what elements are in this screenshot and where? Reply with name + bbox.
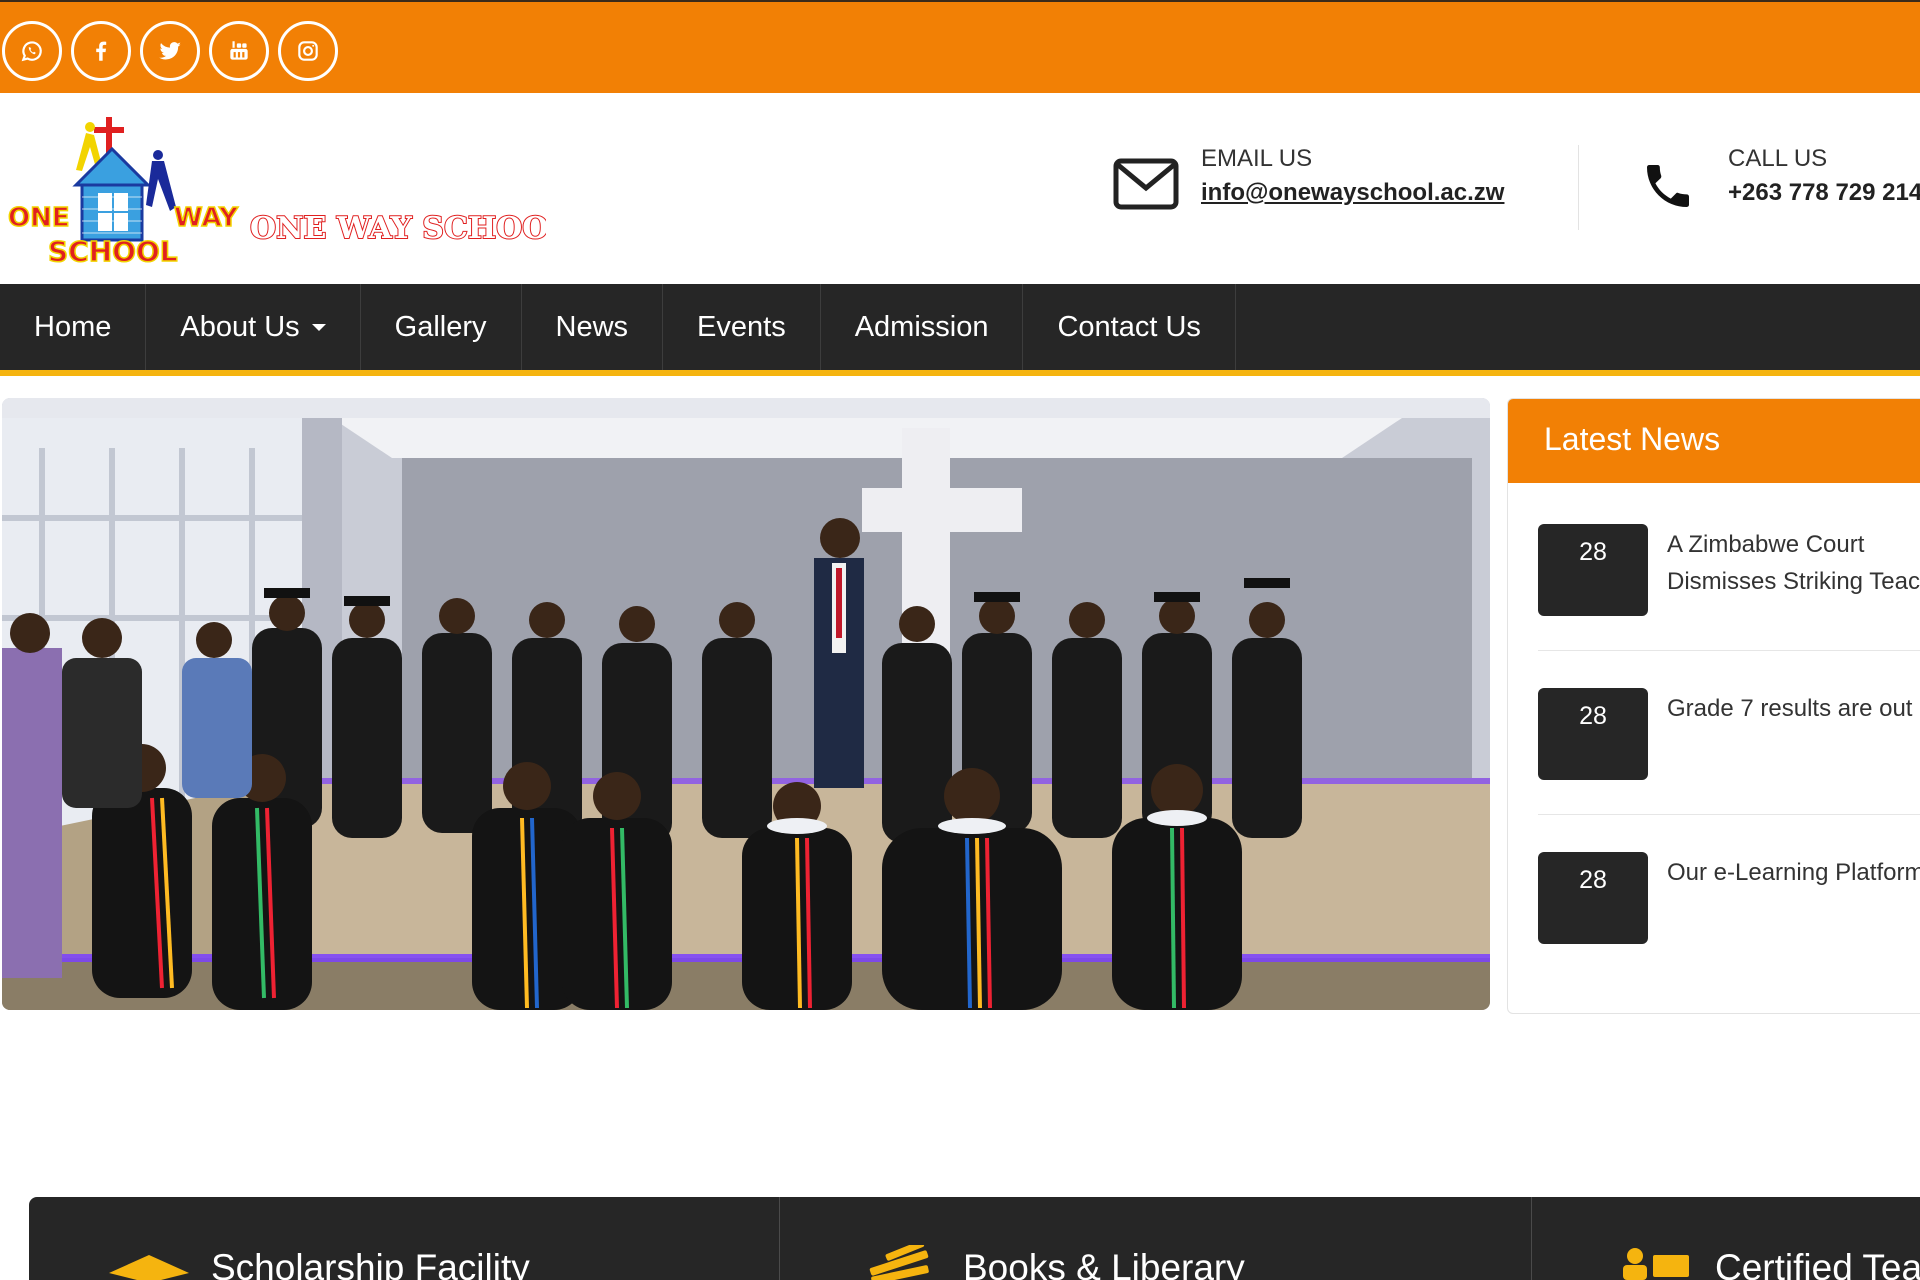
site-header: ONE WAY SCHOOL ONE WAY SCHOOL EMAIL US i… (0, 93, 1920, 284)
news-date-badge: 28 (1538, 852, 1648, 944)
nav-news-label: News (555, 310, 629, 343)
graduation-cap-icon (109, 1253, 189, 1280)
caret-down-icon (311, 323, 326, 331)
main-navigation: Home About Us Gallery News Events Admiss… (0, 284, 1920, 376)
news-item[interactable]: 28 Our e-Learning Platform (1538, 852, 1920, 1013)
nav-contact-us[interactable]: Contact Us (1023, 284, 1236, 370)
news-date-badge: 28 (1538, 524, 1648, 616)
facebook-icon[interactable] (71, 21, 131, 81)
news-item[interactable]: 28 A Zimbabwe Court Dismisses Striking T… (1538, 524, 1920, 688)
envelope-icon (1113, 158, 1179, 215)
nav-admission[interactable]: Admission (821, 284, 1024, 370)
feature-label: Books & Liberary (963, 1247, 1245, 1280)
latest-news-panel: Latest News 28 A Zimbabwe Court Dismisse… (1507, 398, 1920, 1014)
feature-label: Certified Teachers (1715, 1247, 1920, 1280)
nav-gallery-label: Gallery (394, 310, 487, 343)
features-strip: Scholarship Facility Books & Liberary Ce… (29, 1197, 1920, 1280)
nav-admission-label: Admission (854, 310, 989, 343)
phone-number[interactable]: +263 778 729 214 (1728, 179, 1920, 207)
instagram-icon[interactable] (278, 21, 338, 81)
social-links (2, 21, 338, 81)
news-divider (1538, 650, 1920, 651)
teacher-icon (1619, 1247, 1691, 1280)
header-divider (1578, 145, 1579, 230)
whatsapp-icon[interactable] (2, 21, 62, 81)
logo-text-one: ONE (8, 203, 70, 233)
books-icon (865, 1240, 933, 1280)
logo-wordmark: ONE WAY SCHOOL (250, 211, 546, 246)
nav-home[interactable]: Home (0, 284, 147, 370)
email-link[interactable]: info@onewayschool.ac.zw (1201, 179, 1504, 207)
school-logo[interactable]: ONE WAY SCHOOL ONE WAY SCHOOL (6, 115, 571, 269)
feature-divider (1531, 1197, 1532, 1280)
nav-contact-us-label: Contact Us (1057, 310, 1201, 343)
logo-text-way: WAY (174, 203, 239, 233)
news-date-badge: 28 (1538, 688, 1648, 780)
nav-about-us[interactable]: About Us (146, 284, 361, 370)
feature-label: Scholarship Facility (211, 1247, 530, 1280)
news-divider (1538, 814, 1920, 815)
nav-events[interactable]: Events (663, 284, 821, 370)
call-label: CALL US (1728, 145, 1828, 172)
nav-about-us-label: About Us (180, 310, 300, 343)
latest-news-heading: Latest News (1508, 399, 1920, 483)
twitter-icon[interactable] (140, 21, 200, 81)
news-title[interactable]: Grade 7 results are out (1667, 690, 1920, 727)
nav-gallery[interactable]: Gallery (361, 284, 522, 370)
email-label: EMAIL US (1201, 145, 1313, 172)
news-title[interactable]: Our e-Learning Platform (1667, 854, 1920, 891)
top-social-bar (0, 0, 1920, 93)
news-item[interactable]: 28 Grade 7 results are out (1538, 688, 1920, 852)
phone-icon (1640, 158, 1696, 219)
nav-news[interactable]: News (522, 284, 664, 370)
hero-slider-photo[interactable] (2, 398, 1490, 1010)
news-title[interactable]: A Zimbabwe Court Dismisses Striking Teac… (1667, 526, 1920, 600)
nav-home-label: Home (34, 310, 112, 343)
logo-text-school: SCHOOL (48, 235, 178, 265)
youtube-icon[interactable] (209, 21, 269, 81)
nav-events-label: Events (697, 310, 786, 343)
feature-divider (779, 1197, 780, 1280)
